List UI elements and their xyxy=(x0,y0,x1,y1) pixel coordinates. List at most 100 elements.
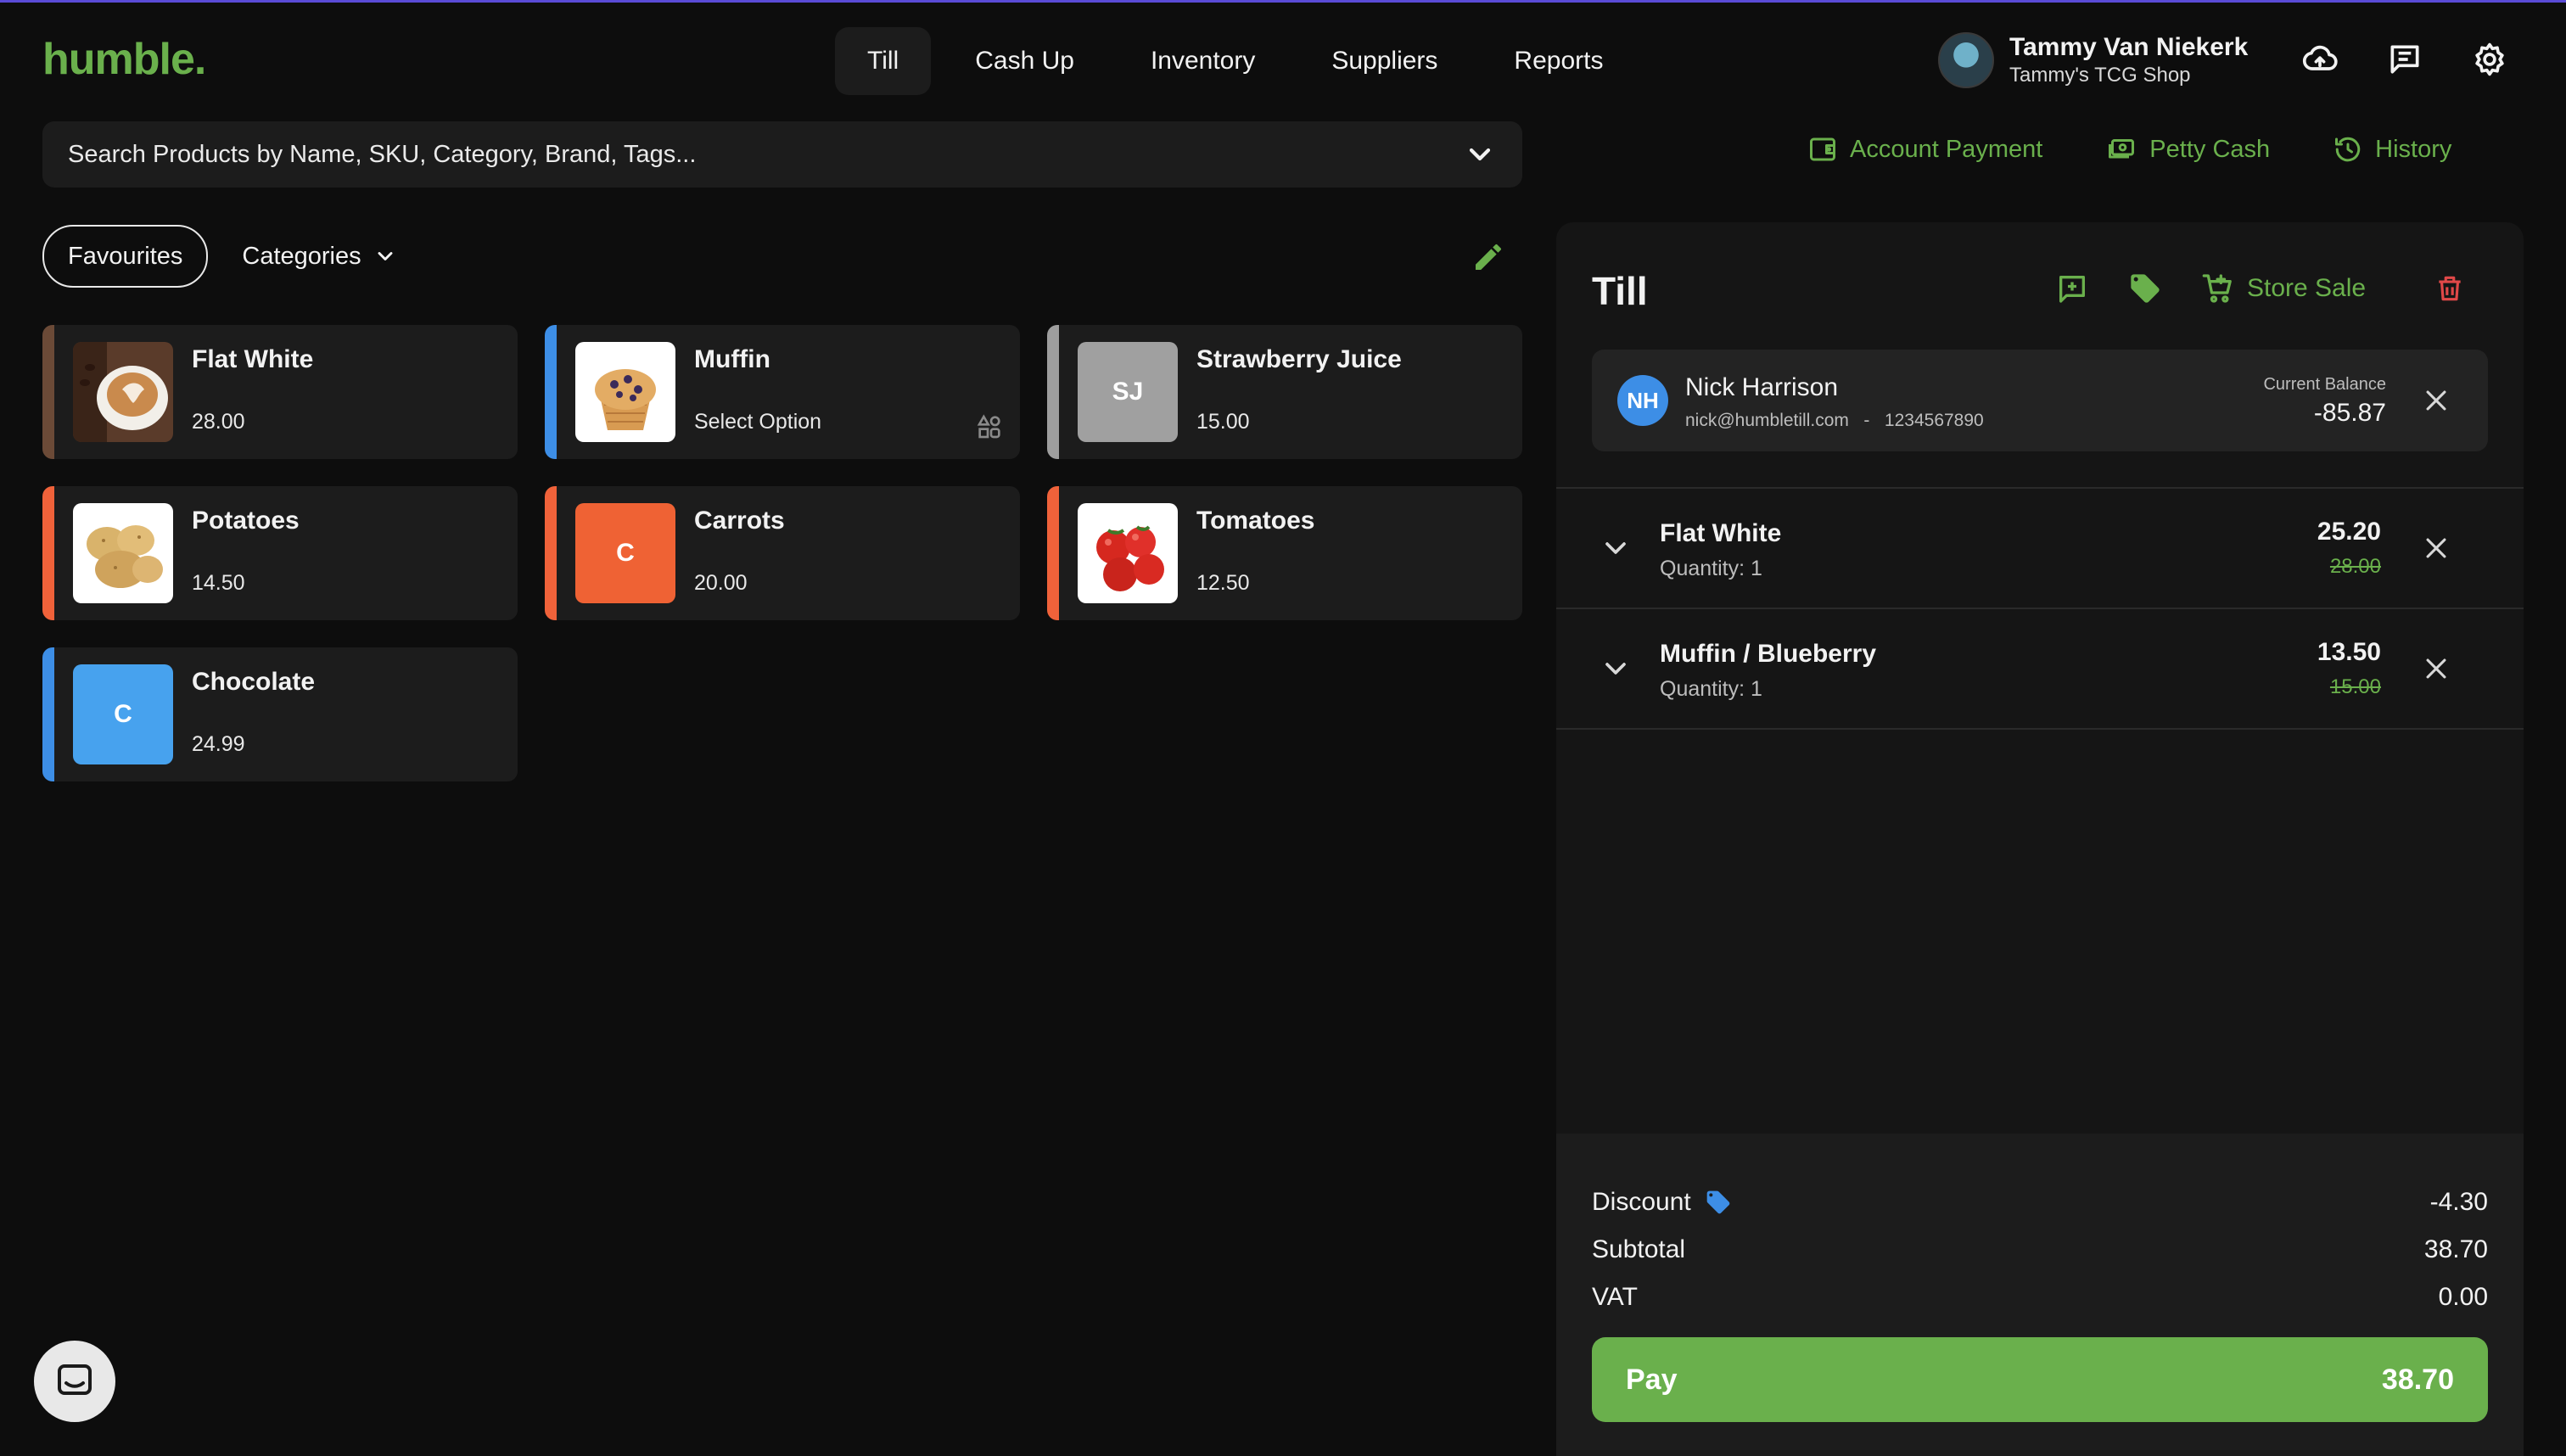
categories-dropdown[interactable]: Categories xyxy=(242,243,396,271)
trash-icon[interactable] xyxy=(2434,272,2466,305)
line-item-name: Muffin / Blueberry xyxy=(1660,640,1877,668)
user-name: Tammy Van Niekerk xyxy=(2009,33,2249,61)
card-stripe xyxy=(1047,325,1059,459)
product-price: 12.50 xyxy=(1196,571,1250,595)
customer-phone: 1234567890 xyxy=(1884,411,1984,430)
product-card-chocolate[interactable]: C Chocolate 24.99 xyxy=(42,647,518,781)
product-card-strawberry-juice[interactable]: SJ Strawberry Juice 15.00 xyxy=(1047,325,1522,459)
potatoes-thumbnail xyxy=(73,503,173,603)
message-icon[interactable] xyxy=(2386,41,2423,78)
product-card-potatoes[interactable]: Potatoes 14.50 xyxy=(42,486,518,620)
remove-item-icon[interactable] xyxy=(2422,534,2451,563)
product-card-flat-white[interactable]: Flat White 28.00 xyxy=(42,325,518,459)
product-name: Tomatoes xyxy=(1196,507,1315,535)
cart-icon xyxy=(2202,274,2232,303)
balance-label: Current Balance xyxy=(2263,375,2386,394)
cloud-upload-icon[interactable] xyxy=(2301,41,2339,78)
search-input[interactable] xyxy=(42,139,1463,170)
chevron-down-icon[interactable] xyxy=(1463,137,1497,171)
vat-row: VAT 0.00 xyxy=(1592,1283,2488,1312)
vat-value: 0.00 xyxy=(2438,1283,2488,1311)
line-item[interactable]: Muffin / Blueberry Quantity: 1 13.50 15.… xyxy=(1556,608,2524,730)
tab-till[interactable]: Till xyxy=(835,27,932,95)
product-name: Flat White xyxy=(192,345,314,373)
tab-cash-up[interactable]: Cash Up xyxy=(943,27,1107,95)
store-sale-label: Store Sale xyxy=(2247,274,2367,302)
product-card-carrots[interactable]: C Carrots 20.00 xyxy=(545,486,1020,620)
remove-customer-icon[interactable] xyxy=(2422,386,2451,415)
product-name: Strawberry Juice xyxy=(1196,345,1402,373)
till-actions: Account Payment Petty Cash History xyxy=(1807,134,2451,165)
card-stripe xyxy=(545,325,557,459)
product-price: 20.00 xyxy=(694,571,748,595)
product-card-tomatoes[interactable]: Tomatoes 12.50 xyxy=(1047,486,1522,620)
gear-icon[interactable] xyxy=(2471,41,2508,78)
customer-avatar: NH xyxy=(1617,375,1668,426)
contact-separator: - xyxy=(1853,411,1880,430)
initials-thumbnail: SJ xyxy=(1078,342,1178,442)
tab-suppliers[interactable]: Suppliers xyxy=(1299,27,1470,95)
main-nav: Till Cash Up Inventory Suppliers Reports xyxy=(835,27,1635,95)
chevron-down-icon[interactable] xyxy=(1599,652,1633,686)
vat-label: VAT xyxy=(1592,1283,1638,1311)
line-item[interactable]: Flat White Quantity: 1 25.20 28.00 xyxy=(1556,487,2524,608)
subtotal-label: Subtotal xyxy=(1592,1235,1686,1263)
card-stripe xyxy=(42,486,54,620)
tab-reports[interactable]: Reports xyxy=(1482,27,1635,95)
chevron-down-icon xyxy=(378,252,393,260)
discount-tag-icon[interactable] xyxy=(1705,1189,1732,1216)
account-payment-button[interactable]: Account Payment xyxy=(1807,134,2042,165)
edit-pencil-icon[interactable] xyxy=(1471,240,1505,274)
product-card-muffin[interactable]: Muffin Select Option xyxy=(545,325,1020,459)
line-item-quantity: Quantity: 1 xyxy=(1660,557,1762,580)
store-sale-button[interactable]: Store Sale xyxy=(2201,272,2366,305)
card-stripe xyxy=(42,325,54,459)
humble-logo[interactable]: humble. xyxy=(42,34,206,85)
petty-cash-label: Petty Cash xyxy=(2149,135,2271,163)
tomatoes-thumbnail xyxy=(1078,503,1178,603)
product-price: 15.00 xyxy=(1196,410,1250,434)
account-payment-label: Account Payment xyxy=(1850,135,2043,163)
history-button[interactable]: History xyxy=(2333,134,2451,165)
support-chat-button[interactable] xyxy=(34,1341,115,1422)
customer-email: nick@humbletill.com xyxy=(1685,411,1849,430)
subtotal-row: Subtotal 38.70 xyxy=(1592,1235,2488,1264)
product-price: 28.00 xyxy=(192,410,245,434)
card-stripe xyxy=(1047,486,1059,620)
tab-inventory[interactable]: Inventory xyxy=(1118,27,1287,95)
product-name: Carrots xyxy=(694,507,785,535)
product-name: Muffin xyxy=(694,345,770,373)
product-name: Chocolate xyxy=(192,668,316,696)
till-totals: Discount -4.30 Subtotal 38.70 VAT 0.00 P… xyxy=(1556,1134,2524,1456)
line-item-name: Flat White xyxy=(1660,519,1782,547)
history-label: History xyxy=(2375,135,2452,163)
remove-item-icon[interactable] xyxy=(2422,654,2451,683)
pay-amount: 38.70 xyxy=(2381,1363,2454,1396)
add-custom-item-icon[interactable] xyxy=(2055,272,2089,305)
line-item-price: 13.50 xyxy=(2317,638,2381,666)
product-price: 14.50 xyxy=(192,571,245,595)
till-title: Till xyxy=(1592,269,1648,313)
categories-label: Categories xyxy=(242,242,361,270)
top-accent-line xyxy=(0,0,2566,3)
initials-thumbnail: C xyxy=(73,664,173,764)
chevron-down-icon[interactable] xyxy=(1599,531,1633,565)
pay-label: Pay xyxy=(1626,1363,1678,1396)
petty-cash-button[interactable]: Petty Cash xyxy=(2105,134,2270,165)
wallet-icon xyxy=(1810,137,1835,161)
product-price: Select Option xyxy=(694,410,822,434)
user-profile[interactable]: Tammy Van Niekerk Tammy's TCG Shop xyxy=(1938,32,2248,88)
coffee-thumbnail xyxy=(73,342,173,442)
pay-button[interactable]: Pay 38.70 xyxy=(1592,1337,2488,1422)
selected-customer[interactable]: NH Nick Harrison nick@humbletill.com - 1… xyxy=(1592,350,2488,451)
card-stripe xyxy=(42,647,54,781)
favourites-filter[interactable]: Favourites xyxy=(42,225,209,288)
line-item-original-price: 15.00 xyxy=(2329,675,2381,698)
balance-value: -85.87 xyxy=(2313,399,2386,427)
subtotal-value: 38.70 xyxy=(2423,1235,2488,1263)
card-stripe xyxy=(545,486,557,620)
user-shop: Tammy's TCG Shop xyxy=(2009,64,2191,87)
customer-name: Nick Harrison xyxy=(1685,373,1839,401)
initials-thumbnail: C xyxy=(575,503,675,603)
discount-tag-icon[interactable] xyxy=(2128,272,2162,305)
